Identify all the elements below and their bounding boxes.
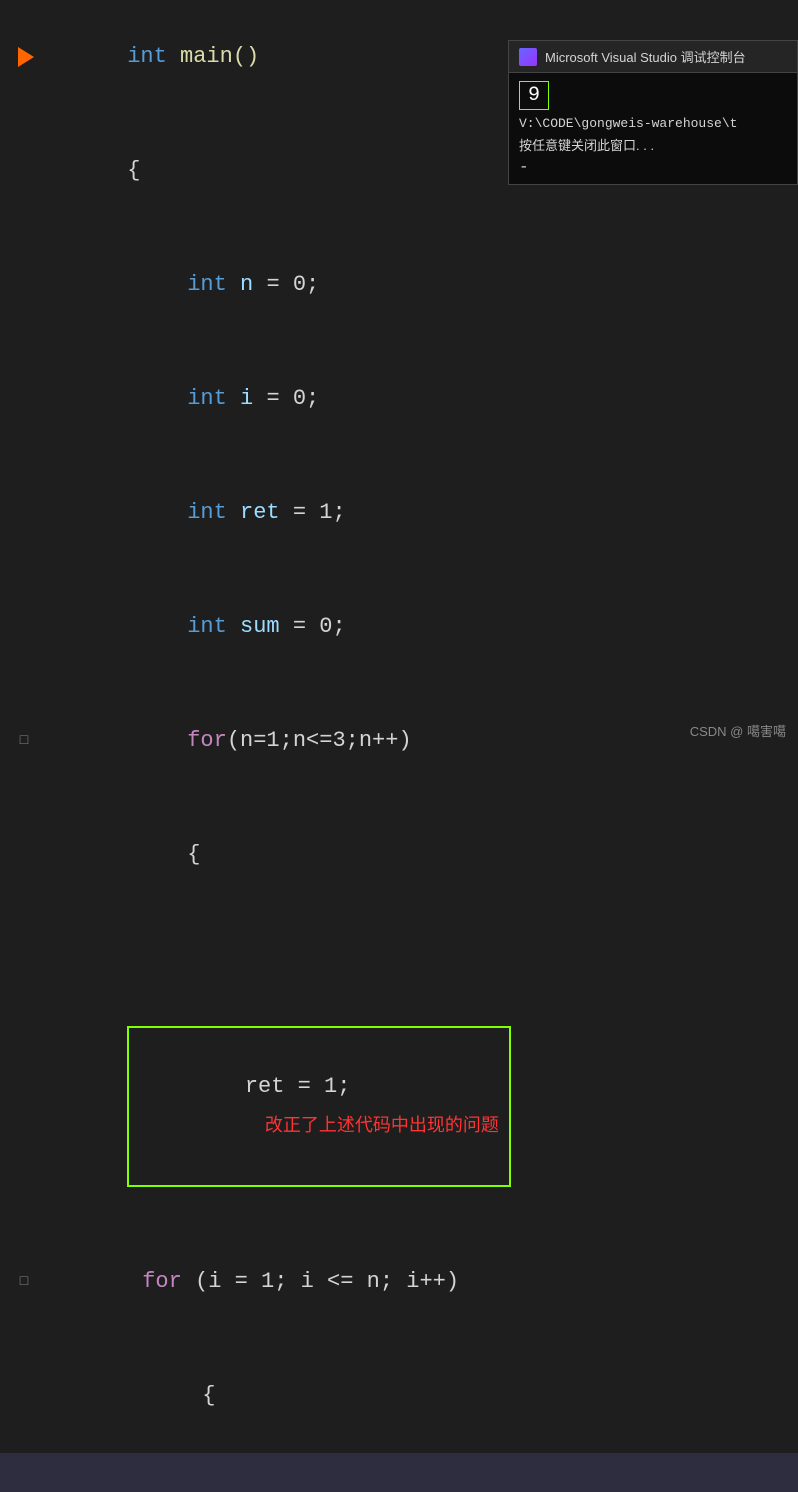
token: n xyxy=(227,272,267,297)
token: { xyxy=(202,1383,215,1408)
gutter-10: □ xyxy=(10,1263,40,1301)
token: = 0; xyxy=(266,386,319,411)
token: ret xyxy=(227,500,293,525)
tooltip-message: 改正了上述代码中出现的问题 xyxy=(265,1115,499,1135)
tooltip-code: ret = 1; xyxy=(245,1074,351,1099)
line-content-5: int ret = 1; xyxy=(40,456,798,570)
code-line-9: ret = 1; 改正了上述代码中出现的问题 xyxy=(0,912,798,1225)
line-content-8: { xyxy=(40,798,798,912)
line-content-6: int sum = 0; xyxy=(40,570,798,684)
breakpoint-marker xyxy=(18,47,34,67)
line-content-7: for(n=1;n<=3;n++) xyxy=(40,684,798,798)
expand-icon-7[interactable]: □ xyxy=(20,722,28,760)
code-line-10: □ for (i = 1; i <= n; i++) xyxy=(0,1225,798,1339)
code-line-7: □ for(n=1;n<=3;n++) xyxy=(0,684,798,798)
code-line-8: { xyxy=(0,798,798,912)
gutter-7: □ xyxy=(10,722,40,760)
token: int xyxy=(187,614,227,639)
code-line-12: ret = ret * i; xyxy=(0,1453,798,1492)
token: int xyxy=(187,500,227,525)
line-content-9: ret = 1; 改正了上述代码中出现的问题 xyxy=(40,912,798,1225)
line-content-11: { xyxy=(40,1339,798,1453)
token: { xyxy=(127,158,140,183)
expand-icon-10[interactable]: □ xyxy=(20,1263,28,1301)
code-line-3: int n = 0; xyxy=(0,228,798,342)
token: main() xyxy=(167,44,259,69)
console-prompt: 按任意键关闭此窗口. . . xyxy=(519,135,787,154)
code-line-11: { xyxy=(0,1339,798,1453)
token: sum xyxy=(227,614,293,639)
token: = 0; xyxy=(266,272,319,297)
token: { xyxy=(187,842,200,867)
footer-text: CSDN @ 噶害噶 xyxy=(690,724,786,739)
token: = 0; xyxy=(293,614,346,639)
tooltip-correction-box: ret = 1; 改正了上述代码中出现的问题 xyxy=(127,1026,511,1187)
code-editor: int main() { int n = 0; int i = 0; int r… xyxy=(0,0,798,746)
line-content-10: for (i = 1; i <= n; i++) xyxy=(40,1225,798,1339)
token: i xyxy=(227,386,267,411)
vs-icon xyxy=(519,48,537,66)
token: (n=1;n<=3;n++) xyxy=(227,728,412,753)
console-body: 9 V:\CODE\gongweis-warehouse\t 按任意键关闭此窗口… xyxy=(509,73,797,184)
line-content-4: int i = 0; xyxy=(40,342,798,456)
token: int xyxy=(187,272,227,297)
console-path: V:\CODE\gongweis-warehouse\t xyxy=(519,116,787,131)
console-cursor: - xyxy=(519,158,787,176)
footer: CSDN @ 噶害噶 xyxy=(690,721,786,740)
token: for xyxy=(187,728,227,753)
token: for xyxy=(142,1269,182,1294)
code-line-6: int sum = 0; xyxy=(0,570,798,684)
token: int xyxy=(187,386,227,411)
token: int xyxy=(127,44,167,69)
code-line-4: int i = 0; xyxy=(0,342,798,456)
console-output-number: 9 xyxy=(519,81,549,110)
token: (i = 1; i <= n; i++) xyxy=(182,1269,459,1294)
console-titlebar: Microsoft Visual Studio 调试控制台 xyxy=(509,41,797,73)
console-title: Microsoft Visual Studio 调试控制台 xyxy=(545,47,746,66)
line-content-12: ret = ret * i; xyxy=(40,1453,798,1492)
gutter-1 xyxy=(10,47,40,67)
console-popup: Microsoft Visual Studio 调试控制台 9 V:\CODE\… xyxy=(508,40,798,185)
line-content-3: int n = 0; xyxy=(40,228,798,342)
code-line-5: int ret = 1; xyxy=(0,456,798,570)
token: = 1; xyxy=(293,500,346,525)
